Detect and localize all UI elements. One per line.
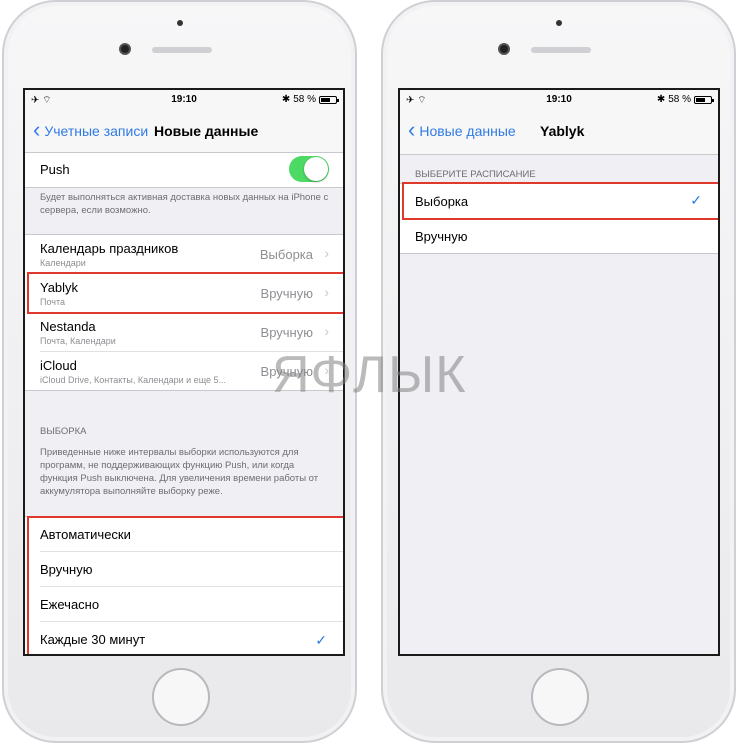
page-title: Новые данные: [154, 123, 259, 139]
battery-percent: 58 %: [293, 94, 316, 105]
account-detail: iCloud Drive, Контакты, Календари и еще …: [40, 375, 227, 385]
interval-option-manual[interactable]: Вручную: [40, 552, 343, 587]
fetch-section-header: ВЫБОРКА: [40, 426, 87, 437]
status-bar: ✈ ︎⌔ 19:10 ✱ 58 %: [25, 90, 343, 110]
bluetooth-icon: ✱: [656, 94, 666, 105]
schedule-section-header: ВЫБЕРИТЕ РАСПИСАНИЕ: [415, 169, 536, 180]
account-fetch-value: Вручную: [260, 325, 313, 340]
back-button[interactable]: ‹ Учетные записи: [33, 116, 149, 142]
chevron-right-icon: ›: [324, 323, 329, 339]
navigation-bar: ‹ Учетные записи Новые данные: [25, 110, 343, 155]
interval-option-hourly[interactable]: Ежечасно: [40, 587, 343, 622]
front-camera: [119, 43, 131, 55]
push-toggle[interactable]: [289, 156, 329, 182]
status-bar: ✈ ︎⌔ 19:10 ✱ 58 %: [400, 90, 718, 110]
account-fetch-value: Выборка: [259, 247, 313, 262]
account-detail: Почта, Календари: [40, 336, 116, 346]
schedule-option-manual[interactable]: Вручную: [415, 219, 718, 253]
checkmark-icon: ✓: [690, 192, 702, 208]
schedule-option-label: Вручную: [415, 229, 468, 244]
interval-option-automatic[interactable]: Автоматически: [40, 517, 343, 552]
proximity-sensor: [556, 20, 562, 26]
earpiece-speaker: [152, 47, 212, 53]
account-name: Yablyk: [40, 280, 79, 295]
schedule-option-list: Выборка ✓ Вручную: [400, 183, 718, 254]
push-group: Push: [25, 152, 343, 188]
fetch-footer: Приведенные ниже интервалы выборки испол…: [40, 447, 319, 497]
chevron-left-icon: ‹: [33, 116, 41, 142]
page-title: Yablyk: [540, 123, 585, 139]
chevron-right-icon: ›: [324, 284, 329, 300]
back-button-label: Новые данные: [419, 123, 516, 139]
battery-percent: 58 %: [668, 94, 691, 105]
push-row: Push: [40, 153, 343, 187]
account-row-holidays[interactable]: Календарь праздников Календари Выборка ›: [40, 235, 343, 274]
push-footer: Будет выполняться активная доставка новы…: [40, 192, 329, 216]
watermark-logo: ЯΦЛЫК: [272, 346, 467, 404]
account-row-yablyk[interactable]: Yablyk Почта Вручную ›: [40, 274, 343, 313]
bluetooth-icon: ✱: [281, 94, 291, 105]
chevron-left-icon: ‹: [408, 116, 416, 142]
interval-option-30min[interactable]: Каждые 30 минут ✓: [40, 622, 343, 654]
account-detail: Календари: [40, 258, 86, 268]
interval-label: Автоматически: [40, 527, 131, 542]
earpiece-speaker: [531, 47, 591, 53]
home-button[interactable]: [531, 668, 589, 726]
account-name: Календарь праздников: [40, 241, 179, 256]
account-fetch-value: Вручную: [260, 286, 313, 301]
account-detail: Почта: [40, 297, 65, 307]
navigation-bar: ‹ Новые данные Yablyk: [400, 110, 718, 155]
account-name: Nestanda: [40, 319, 96, 334]
back-button-label: Учетные записи: [44, 123, 149, 139]
battery-icon: [694, 95, 714, 104]
push-label: Push: [40, 162, 70, 177]
fetch-interval-list: Автоматически Вручную Ежечасно Каждые 30…: [25, 516, 343, 654]
interval-label: Ежечасно: [40, 597, 100, 612]
interval-label: Вручную: [40, 562, 93, 577]
account-name: iCloud: [40, 358, 77, 373]
interval-label: Каждые 30 минут: [40, 632, 146, 647]
schedule-option-fetch[interactable]: Выборка ✓: [415, 184, 718, 219]
schedule-option-label: Выборка: [415, 194, 469, 209]
home-button[interactable]: [152, 668, 210, 726]
proximity-sensor: [177, 20, 183, 26]
back-button[interactable]: ‹ Новые данные: [408, 116, 516, 142]
front-camera: [498, 43, 510, 55]
battery-icon: [319, 95, 339, 104]
checkmark-icon: ✓: [315, 632, 327, 648]
chevron-right-icon: ›: [324, 245, 329, 261]
